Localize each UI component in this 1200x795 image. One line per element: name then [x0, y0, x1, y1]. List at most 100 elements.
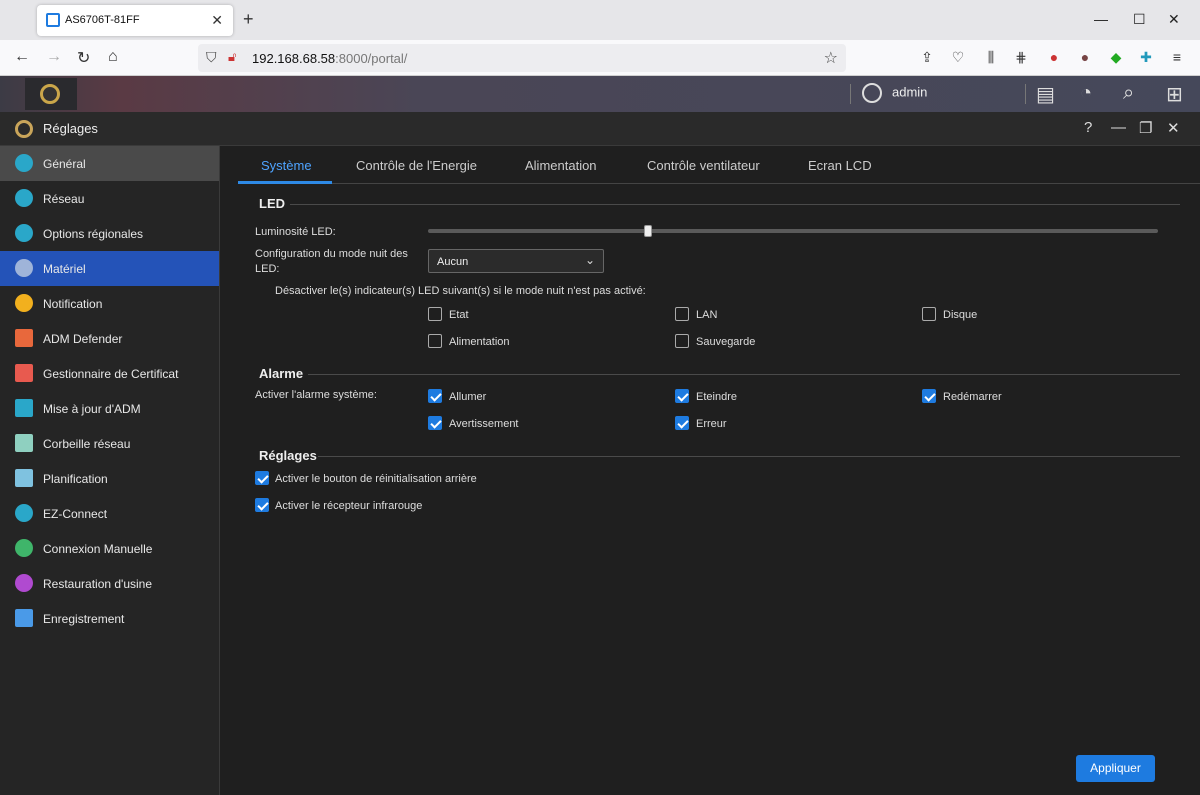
connection-icon — [15, 539, 33, 557]
night-mode-value: Aucun — [437, 256, 469, 268]
sidebar-item-network[interactable]: Réseau — [0, 181, 219, 216]
sidebar-item-label: Enregistrement — [43, 612, 125, 626]
led-disk-checkbox[interactable] — [922, 307, 936, 321]
url-host: 192.168.68.58 — [252, 51, 336, 66]
back-icon[interactable]: ← — [14, 48, 30, 66]
sidebar-item-notification[interactable]: Notification — [0, 286, 219, 321]
sidebar-item-certificate-manager[interactable]: Gestionnaire de Certificat — [0, 356, 219, 391]
tab-lcd-screen[interactable]: Ecran LCD — [808, 158, 872, 173]
share-icon[interactable]: ⇪ — [918, 49, 936, 66]
extension-badge-icon[interactable]: ◆ — [1107, 49, 1125, 66]
tab-energy-control[interactable]: Contrôle de l'Energie — [356, 158, 477, 173]
message-icon[interactable]: ▤ — [1036, 82, 1055, 107]
adm-launcher[interactable] — [25, 78, 77, 110]
help-icon[interactable]: ? — [1084, 119, 1092, 136]
general-icon — [15, 154, 33, 172]
led-state-label: Etat — [449, 309, 469, 321]
settings-tabs: Système Contrôle de l'Energie Alimentati… — [238, 146, 1200, 184]
section-divider — [308, 374, 1180, 375]
shield-icon[interactable]: ⛉ — [206, 49, 217, 66]
led-brightness-label: Luminosité LED: — [255, 226, 336, 238]
close-tab-icon[interactable]: ✕ — [211, 12, 223, 29]
led-lan-checkbox[interactable] — [675, 307, 689, 321]
search-icon[interactable]: ⌕ — [1123, 82, 1134, 105]
url-text[interactable]: 192.168.68.58:8000/portal/ — [252, 51, 407, 66]
led-brightness-slider-handle[interactable] — [644, 225, 652, 237]
dashboard-icon[interactable]: ◔ — [1080, 82, 1092, 105]
led-state-checkbox[interactable] — [428, 307, 442, 321]
sidebar-item-label: Restauration d'usine — [43, 577, 153, 591]
sidebar-item-label: Notification — [43, 297, 103, 311]
alarm-power-off-checkbox[interactable] — [675, 389, 689, 403]
alarm-warning-checkbox[interactable] — [428, 416, 442, 430]
minimize-icon[interactable]: — — [1094, 11, 1108, 27]
sidebar-item-scheduling[interactable]: Planification — [0, 461, 219, 496]
tab-fan-control[interactable]: Contrôle ventilateur — [647, 158, 760, 173]
close-window-icon[interactable]: ✕ — [1167, 119, 1180, 137]
extension-fence-icon[interactable]: ⋕ — [1012, 49, 1030, 66]
sidebar-item-label: Connexion Manuelle — [43, 542, 153, 556]
sidebar-item-adm-defender[interactable]: ADM Defender — [0, 321, 219, 356]
led-power-checkbox[interactable] — [428, 334, 442, 348]
apply-button[interactable]: Appliquer — [1076, 755, 1155, 782]
tab-system[interactable]: Système — [261, 158, 312, 173]
night-mode-select[interactable]: Aucun ⌄ — [428, 249, 604, 273]
menu-icon[interactable]: ≡ — [1168, 49, 1186, 65]
new-tab-icon[interactable]: + — [243, 9, 254, 30]
registration-icon — [15, 609, 33, 627]
close-window-icon[interactable]: ✕ — [1168, 11, 1180, 28]
sidebar-item-factory-reset[interactable]: Restauration d'usine — [0, 566, 219, 601]
alarm-error-label: Erreur — [696, 418, 727, 430]
window-title: Réglages — [43, 121, 98, 136]
url-bar[interactable]: ⛉ 🔓︎ 192.168.68.58:8000/portal/ ☆ — [198, 44, 846, 72]
extension-puzzle-icon[interactable]: ✚ — [1137, 49, 1155, 66]
forward-icon[interactable]: → — [46, 48, 62, 66]
pocket-icon[interactable]: ♡ — [949, 49, 967, 66]
led-backup-checkbox[interactable] — [675, 334, 689, 348]
sidebar-item-label: Gestionnaire de Certificat — [43, 367, 179, 381]
globe-icon — [15, 189, 33, 207]
sidebar-item-recycle-bin[interactable]: Corbeille réseau — [0, 426, 219, 461]
alarm-error-checkbox[interactable] — [675, 416, 689, 430]
url-path: :8000/portal/ — [335, 51, 408, 66]
alarm-power-on-checkbox[interactable] — [428, 389, 442, 403]
infrared-receiver-checkbox[interactable] — [255, 498, 269, 512]
control-panel-icon[interactable]: ⊞ — [1166, 82, 1183, 107]
adm-top-bar: admin ▤ ◔ ⌕ ⊞ — [0, 76, 1200, 112]
section-divider — [290, 204, 1180, 205]
alarm-restart-checkbox[interactable] — [922, 389, 936, 403]
led-lan-label: LAN — [696, 309, 718, 321]
cloud-icon — [15, 504, 33, 522]
settings-section-title: Réglages — [259, 448, 317, 463]
bookmark-star-icon[interactable]: ☆ — [824, 48, 838, 68]
reload-icon[interactable]: ↻ — [77, 48, 90, 68]
sidebar-item-adm-update[interactable]: Mise à jour d'ADM — [0, 391, 219, 426]
hardware-icon — [15, 259, 33, 277]
browser-tab-title: AS6706T-81FF — [65, 14, 140, 26]
sidebar-item-registration[interactable]: Enregistrement — [0, 601, 219, 636]
user-menu[interactable]: admin — [862, 83, 927, 103]
tab-power[interactable]: Alimentation — [525, 158, 597, 173]
sidebar-item-regional-options[interactable]: Options régionales — [0, 216, 219, 251]
reset-arrow-icon — [15, 574, 33, 592]
led-brightness-slider[interactable] — [428, 229, 1158, 233]
sidebar-item-manual-connect[interactable]: Connexion Manuelle — [0, 531, 219, 566]
sidebar-item-hardware[interactable]: Matériel — [0, 251, 219, 286]
sidebar-item-label: Matériel — [43, 262, 86, 276]
restore-window-icon[interactable]: ❐ — [1139, 119, 1152, 137]
sidebar-item-label: EZ-Connect — [43, 507, 108, 521]
alarm-restart-label: Redémarrer — [943, 391, 1002, 403]
insecure-lock-icon[interactable]: 🔓︎ — [228, 49, 236, 65]
sidebar-item-label: Planification — [43, 472, 108, 486]
browser-tab[interactable]: AS6706T-81FF ✕ — [37, 5, 233, 36]
maximize-icon[interactable]: ☐ — [1133, 11, 1146, 28]
extension-avatar-icon[interactable]: ● — [1076, 49, 1094, 65]
asustor-favicon-icon — [46, 13, 60, 27]
minimize-window-icon[interactable]: — — [1111, 119, 1126, 136]
library-icon[interactable]: ⫼ — [982, 49, 1000, 66]
reset-button-checkbox[interactable] — [255, 471, 269, 485]
extension-balls-icon[interactable]: ● — [1045, 49, 1063, 65]
sidebar-item-general[interactable]: Général — [0, 146, 219, 181]
home-icon[interactable]: ⌂ — [108, 48, 118, 66]
sidebar-item-ez-connect[interactable]: EZ-Connect — [0, 496, 219, 531]
